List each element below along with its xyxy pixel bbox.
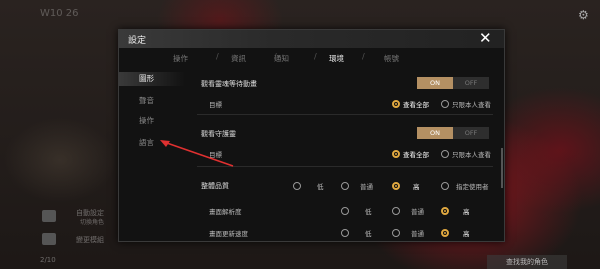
framerate-high-radio[interactable] — [441, 229, 449, 237]
boss-anim-self-label[interactable]: 只限本人查看 — [452, 99, 491, 109]
sidebar-item-sound[interactable]: 聲音 — [119, 94, 185, 108]
boss-anim-all-label[interactable]: 查看全部 — [403, 99, 429, 109]
settings-modal: 設定 ✕ 操作 / 資訊 / 通知 / 環境 / 帳號 圖形 聲音 操作 語言 … — [118, 29, 505, 242]
auto-setting-icon[interactable] — [42, 210, 56, 222]
guardian-all-radio[interactable] — [392, 150, 400, 158]
quality-low-label[interactable]: 低 — [317, 181, 324, 191]
resolution-normal-radio[interactable] — [392, 207, 400, 215]
tab-controls[interactable]: 操作 — [173, 53, 188, 64]
tab-separator: / — [362, 52, 365, 61]
boss-anim-toggle[interactable]: ON OFF — [417, 77, 489, 89]
gear-icon[interactable]: ⚙ — [578, 8, 589, 22]
tab-info[interactable]: 資訊 — [231, 53, 246, 64]
resolution-low-label[interactable]: 低 — [365, 206, 372, 216]
guardian-all-label[interactable]: 查看全部 — [403, 149, 429, 159]
boss-anim-all-radio[interactable] — [392, 100, 400, 108]
quality-custom-label[interactable]: 指定使用者 — [456, 181, 489, 191]
framerate-low-radio[interactable] — [341, 229, 349, 237]
quality-normal-radio[interactable] — [341, 182, 349, 190]
guardian-target-label: 目標 — [209, 151, 222, 159]
divider — [197, 114, 493, 115]
guardian-self-label[interactable]: 只限本人查看 — [452, 149, 491, 159]
toggle-on[interactable]: ON — [417, 77, 453, 89]
boss-anim-title: 觀看靈魂等待動畫 — [201, 80, 257, 88]
guardian-toggle[interactable]: ON OFF — [417, 127, 489, 139]
resolution-high-label[interactable]: 高 — [463, 206, 470, 216]
modal-title: 設定 — [128, 36, 147, 46]
quality-high-radio[interactable] — [392, 182, 400, 190]
toggle-on[interactable]: ON — [417, 127, 453, 139]
toggle-off[interactable]: OFF — [453, 127, 489, 139]
auto-setting-sub: 切換角色 — [80, 219, 105, 226]
tab-notifications[interactable]: 通知 — [274, 53, 289, 64]
sidebar-item-graphics[interactable]: 圖形 — [119, 72, 185, 86]
resolution-low-radio[interactable] — [341, 207, 349, 215]
tab-separator: / — [314, 52, 317, 61]
framerate-label: 畫面更新速度 — [209, 230, 248, 238]
quality-normal-label[interactable]: 普通 — [360, 181, 373, 191]
framerate-normal-label[interactable]: 普通 — [411, 228, 424, 238]
tab-account[interactable]: 帳號 — [384, 53, 399, 64]
scrollbar[interactable] — [501, 148, 503, 188]
framerate-normal-radio[interactable] — [392, 229, 400, 237]
quality-high-label[interactable]: 高 — [413, 181, 420, 191]
tab-separator: / — [216, 52, 219, 61]
top-left-text: W10 26 — [40, 8, 79, 19]
dungeon-icon[interactable] — [42, 233, 56, 245]
modal-header: 設定 ✕ — [119, 30, 504, 48]
divider — [197, 166, 493, 167]
guardian-self-radio[interactable] — [441, 150, 449, 158]
quality-low-radio[interactable] — [293, 182, 301, 190]
boss-anim-self-radio[interactable] — [441, 100, 449, 108]
graphics-settings: 觀看靈魂等待動畫 ON OFF 目標 查看全部 只限本人查看 觀看守護靈 ON … — [197, 70, 497, 241]
guardian-title: 觀看守護靈 — [201, 130, 236, 138]
resolution-high-radio[interactable] — [441, 207, 449, 215]
boss-anim-target-label: 目標 — [209, 101, 222, 109]
quality-custom-radio[interactable] — [441, 182, 449, 190]
find-character-button[interactable]: 查找我的角色 — [487, 255, 567, 269]
framerate-low-label[interactable]: 低 — [365, 228, 372, 238]
bottom-left-text: 2/10 — [40, 256, 56, 264]
sidebar-item-language[interactable]: 語言 — [119, 136, 185, 150]
quality-title: 整體品質 — [201, 182, 229, 190]
framerate-high-label[interactable]: 高 — [463, 228, 470, 238]
tab-environment[interactable]: 環境 — [329, 53, 344, 64]
settings-tabs: 操作 / 資訊 / 通知 / 環境 / 帳號 — [119, 50, 504, 68]
sidebar-item-controls[interactable]: 操作 — [119, 114, 185, 128]
resolution-normal-label[interactable]: 普通 — [411, 206, 424, 216]
resolution-label: 畫面解析度 — [209, 208, 242, 216]
settings-sidebar: 圖形 聲音 操作 語言 — [119, 70, 185, 241]
close-icon[interactable]: ✕ — [479, 31, 492, 46]
toggle-off[interactable]: OFF — [453, 77, 489, 89]
dungeon-label[interactable]: 變更模組 — [76, 235, 104, 245]
